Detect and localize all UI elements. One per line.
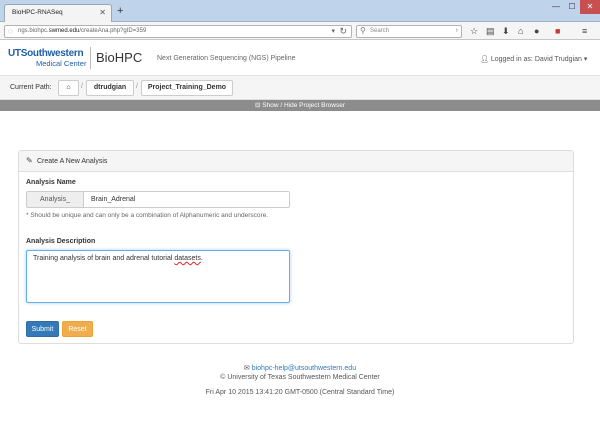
search-placeholder: Search xyxy=(370,28,390,34)
ut-logo-text: UTSouthwestern xyxy=(8,48,84,59)
analysis-name-label: Analysis Name xyxy=(26,179,76,186)
url-text[interactable]: ngs.biohpc.swmed.edu/createAna.php?gID=3… xyxy=(18,28,146,34)
footer-copyright: © University of Texas Southwestern Medic… xyxy=(220,374,380,381)
medical-center-logo-text: Medical Center xyxy=(36,59,87,68)
analysis-name-help: * Should be unique and can only be a com… xyxy=(26,212,269,219)
clipboard-icon[interactable]: ▤ xyxy=(486,26,495,36)
url-bar[interactable]: ◌ ngs.biohpc.swmed.edu/createAna.php?gID… xyxy=(4,25,352,38)
breadcrumb-item-user[interactable]: dtrudgian xyxy=(86,80,134,96)
home-icon[interactable]: ⌂ xyxy=(518,26,523,36)
browser-titlebar: BioHPC-RNASeq ✕ + — ☐ ✕ xyxy=(0,0,600,22)
user-icon: 👤︎ xyxy=(480,56,491,63)
maximize-button[interactable]: ☐ xyxy=(564,0,580,14)
caret-down-icon: ▾ xyxy=(581,56,588,63)
footer-timestamp: Fri Apr 10 2015 13:41:20 GMT-0500 (Centr… xyxy=(205,389,395,396)
breadcrumb-separator: / xyxy=(81,83,83,90)
reset-button[interactable]: Reset xyxy=(62,321,93,337)
menu-icon[interactable]: ≡ xyxy=(582,26,587,36)
close-window-button[interactable]: ✕ xyxy=(580,0,600,14)
project-browser-toggle-label: Show / Hide Project Browser xyxy=(262,102,345,109)
analysis-name-prefix: Analysis_ xyxy=(26,191,84,208)
breadcrumb-separator: / xyxy=(136,83,138,90)
star-icon[interactable]: ☆ xyxy=(470,26,478,36)
biohpc-logo[interactable]: BioHPC xyxy=(96,50,142,65)
panel-title: Create A New Analysis xyxy=(37,158,108,165)
breadcrumb: Current Path: ⌂ / dtrudgian / Project_Tr… xyxy=(0,76,600,100)
analysis-description-textarea[interactable]: Training analysis of brain and adrenal t… xyxy=(26,250,290,303)
project-browser-toggle[interactable]: ⊟ Show / Hide Project Browser xyxy=(0,100,600,111)
breadcrumb-home-button[interactable]: ⌂ xyxy=(58,80,79,96)
footer-email-line: ✉ biohpc-help@utsouthwestern.edu xyxy=(0,364,600,372)
analysis-description-label: Analysis Description xyxy=(26,238,96,245)
home-icon: ⌂ xyxy=(66,84,71,91)
download-icon[interactable]: ⬇ xyxy=(502,26,510,36)
edit-icon: ✎ xyxy=(26,156,33,165)
globe-icon: ◌ xyxy=(8,27,13,36)
reload-icon[interactable]: ↻ xyxy=(339,26,347,37)
block-icon[interactable]: ■ xyxy=(555,26,560,36)
support-email-link[interactable]: biohpc-help@utsouthwestern.edu xyxy=(252,365,356,372)
new-tab-button[interactable]: + xyxy=(117,5,123,17)
login-text: Logged in as: David Trudgian xyxy=(490,56,582,63)
breadcrumb-item-project[interactable]: Project_Training_Demo xyxy=(141,80,233,96)
minimize-button[interactable]: — xyxy=(548,0,564,14)
page-header: UTSouthwestern Medical Center BioHPC Nex… xyxy=(0,41,600,76)
chat-icon[interactable]: ● xyxy=(534,26,539,36)
browser-toolbar: ◌ ngs.biohpc.swmed.edu/createAna.php?gID… xyxy=(0,22,600,40)
tab-title: BioHPC-RNASeq xyxy=(12,9,63,16)
logo-divider xyxy=(90,47,91,69)
panel-heading: ✎ Create A New Analysis xyxy=(19,151,573,172)
envelope-icon: ✉ xyxy=(243,365,252,372)
search-go-icon[interactable]: › xyxy=(456,27,458,34)
analysis-name-input[interactable]: Brain_Adrenal xyxy=(83,191,290,208)
browser-tab[interactable]: BioHPC-RNASeq ✕ xyxy=(4,4,112,22)
search-icon: ⚲ xyxy=(360,26,366,35)
submit-button[interactable]: Submit xyxy=(26,321,59,337)
breadcrumb-label: Current Path: xyxy=(10,84,52,91)
close-tab-icon[interactable]: ✕ xyxy=(99,8,106,17)
search-box[interactable]: ⚲ Search › xyxy=(356,25,462,38)
user-menu[interactable]: 👤︎ Logged in as: David Trudgian ▾ xyxy=(480,55,587,63)
create-analysis-panel: ✎ Create A New Analysis Analysis Name An… xyxy=(18,150,574,344)
url-dropdown-icon[interactable]: ▾ xyxy=(331,27,335,35)
pipeline-subtitle: Next Generation Sequencing (NGS) Pipelin… xyxy=(157,55,296,62)
